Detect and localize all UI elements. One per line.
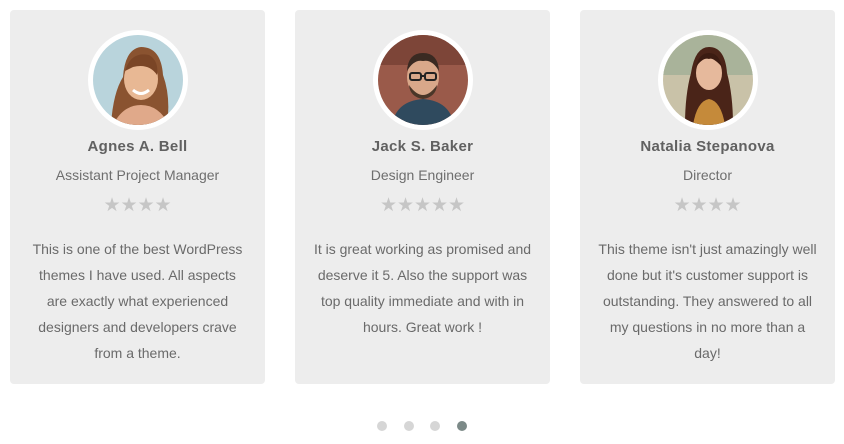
star-icon: ★ bbox=[103, 195, 121, 216]
avatar bbox=[372, 30, 473, 130]
star-icon: ★ bbox=[380, 195, 398, 216]
testimonial-card: Jack S. Baker Design Engineer ★★★★★ It i… bbox=[295, 10, 550, 384]
avatar bbox=[87, 30, 188, 130]
star-icon: ★ bbox=[120, 195, 138, 216]
star-icon: ★ bbox=[397, 195, 415, 216]
testimonial-name: Natalia Stepanova bbox=[640, 138, 775, 155]
avatar-photo-woman-smiling bbox=[92, 35, 183, 125]
star-rating: ★★★★★ bbox=[295, 196, 550, 216]
star-icon: ★ bbox=[448, 195, 466, 216]
avatar bbox=[657, 30, 758, 130]
testimonial-name: Jack S. Baker bbox=[371, 138, 474, 155]
star-icon: ★ bbox=[707, 195, 725, 216]
star-rating: ★★★★ bbox=[10, 196, 265, 216]
testimonial-role: Design Engineer bbox=[370, 167, 475, 183]
avatar-photo-man-glasses bbox=[377, 35, 468, 125]
testimonial-role: Director bbox=[682, 167, 732, 183]
carousel-dot-4[interactable] bbox=[456, 421, 467, 431]
avatar-photo-woman-long-hair bbox=[662, 35, 753, 125]
carousel-pagination bbox=[0, 418, 844, 436]
star-rating: ★★★★ bbox=[580, 196, 835, 216]
star-icon: ★ bbox=[431, 195, 449, 216]
star-icon: ★ bbox=[137, 195, 155, 216]
testimonial-role: Assistant Project Manager bbox=[55, 167, 220, 183]
carousel-dot-3[interactable] bbox=[430, 421, 441, 431]
star-icon: ★ bbox=[690, 195, 708, 216]
star-icon: ★ bbox=[673, 195, 691, 216]
testimonial-card: Agnes A. Bell Assistant Project Manager … bbox=[10, 10, 265, 384]
testimonial-card: Natalia Stepanova Director ★★★★ This the… bbox=[580, 10, 835, 384]
testimonial-text: This theme isn't just amazingly well don… bbox=[598, 241, 817, 361]
star-icon: ★ bbox=[154, 195, 172, 216]
testimonial-text: This is one of the best WordPress themes… bbox=[32, 241, 243, 361]
carousel-dot-2[interactable] bbox=[403, 421, 414, 431]
star-icon: ★ bbox=[724, 195, 742, 216]
carousel-dot-1[interactable] bbox=[377, 421, 388, 431]
testimonial-text: It is great working as promised and dese… bbox=[313, 241, 532, 335]
star-icon: ★ bbox=[414, 195, 432, 216]
testimonial-name: Agnes A. Bell bbox=[87, 138, 188, 155]
